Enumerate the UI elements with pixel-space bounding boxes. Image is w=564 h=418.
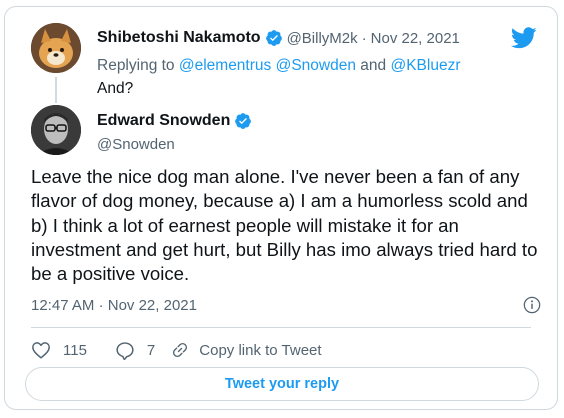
replying-to-line: Replying to @elementrus @Snowden and @KB… <box>97 57 460 75</box>
like-button[interactable]: 115 <box>31 341 87 359</box>
replying-and: and <box>360 57 387 74</box>
like-count: 115 <box>63 341 87 359</box>
parent-tweet-text: And? <box>97 80 134 97</box>
tweet-card: Shibetoshi Nakamoto @BillyM2k · Nov 22, … <box>4 6 558 410</box>
parent-author-row: Shibetoshi Nakamoto @BillyM2k · Nov 22, … <box>97 27 460 49</box>
copy-link-label: Copy link to Tweet <box>199 341 322 359</box>
shiba-avatar-image <box>31 23 81 73</box>
snowden-avatar-image <box>31 105 81 155</box>
tweet-timestamp: 12:47 AM · Nov 22, 2021 <box>31 297 197 314</box>
parent-author-name[interactable]: Shibetoshi Nakamoto <box>97 29 261 47</box>
verified-badge-icon <box>265 29 283 47</box>
parent-date[interactable]: Nov 22, 2021 <box>371 30 460 47</box>
separator-dot: · <box>361 29 367 47</box>
replying-label: Replying to <box>97 57 175 74</box>
tweet-your-reply-button[interactable]: Tweet your reply <box>25 367 539 401</box>
copy-link-button[interactable]: Copy link to Tweet <box>171 341 322 359</box>
reply-bubble-icon <box>116 341 134 360</box>
mention-link[interactable]: @Snowden <box>276 57 356 74</box>
tweet-body: Leave the nice dog man alone. I've never… <box>31 166 538 285</box>
main-avatar[interactable] <box>31 105 81 155</box>
verified-badge-icon <box>234 112 252 130</box>
info-icon[interactable] <box>523 296 541 319</box>
link-icon <box>173 342 188 358</box>
parent-handle[interactable]: @BillyM2k <box>287 30 358 47</box>
tweet-date[interactable]: Nov 22, 2021 <box>108 297 197 314</box>
main-author-row: Edward Snowden <box>97 112 252 130</box>
reply-count: 7 <box>146 341 156 359</box>
thread-connector <box>55 77 57 103</box>
main-handle[interactable]: @Snowden <box>97 136 175 153</box>
mention-link[interactable]: @KBluezr <box>390 57 460 74</box>
action-bar: 115 7 Copy link to Tweet <box>31 339 322 361</box>
tweet-time[interactable]: 12:47 AM <box>31 297 94 314</box>
main-author-name[interactable]: Edward Snowden <box>97 112 230 130</box>
divider <box>31 327 531 328</box>
mention-link[interactable]: @elementrus <box>179 57 271 74</box>
separator-dot: · <box>98 297 104 314</box>
heart-icon <box>32 342 50 359</box>
parent-avatar[interactable] <box>31 23 81 73</box>
reply-button[interactable]: 7 <box>115 341 155 360</box>
twitter-bird-icon[interactable] <box>510 27 537 54</box>
